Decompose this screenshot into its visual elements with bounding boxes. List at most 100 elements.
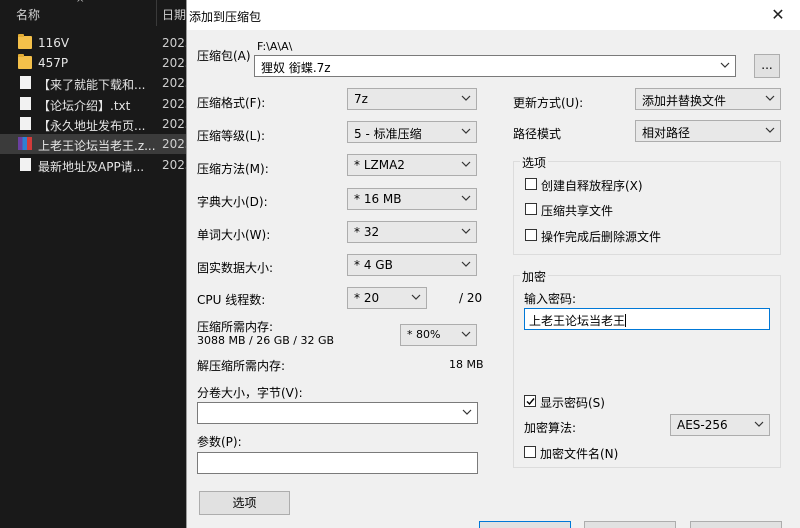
folder-icon [18,34,32,49]
chevron-down-icon[interactable] [461,159,471,169]
checkbox-compress-shared[interactable]: 压缩共享文件 [525,201,765,218]
level-label: 压缩等级(L): [197,129,266,143]
checkbox-box[interactable] [524,395,536,407]
dialog-title: 添加到压缩包 [189,10,262,24]
chevron-down-icon[interactable] [765,93,775,103]
level-select[interactable]: 5 - 标准压缩 [347,121,477,143]
options-button[interactable]: 选项 [199,491,290,515]
format-select[interactable]: 7z [347,88,477,110]
archive-path: F:\A\A\ [257,40,293,53]
checkbox-box[interactable] [525,178,537,190]
solid-value: * 4 GB [354,258,393,272]
file-row[interactable]: 【来了就能下载和... 2025 [0,73,193,93]
add-to-archive-dialog: 添加到压缩包 ✕ 压缩包(A) F:\A\A\ 狸奴 銜蝶.7z ... 压缩格… [186,0,800,528]
memory-percent-select[interactable]: * 80% [400,324,477,346]
chevron-down-icon[interactable] [461,329,471,339]
file-row[interactable]: 【论坛介绍】.txt 2025 [0,94,193,114]
checkbox-box[interactable] [525,229,537,241]
path-mode-value: 相对路径 [642,126,691,140]
params-label: 参数(P): [197,435,242,449]
dialog-titlebar[interactable]: 添加到压缩包 ✕ [187,0,800,30]
format-value: 7z [354,92,368,106]
archive-icon [18,137,32,150]
close-button[interactable]: ✕ [755,0,800,30]
file-row[interactable]: 457P 2025 [0,53,193,73]
checkbox-box[interactable] [525,203,537,215]
file-name: 457P [38,56,69,70]
solid-label: 固实数据大小: [197,261,274,275]
column-divider[interactable] [156,0,157,26]
dict-select[interactable]: * 16 MB [347,188,477,210]
file-row[interactable]: 上老王论坛当老王.z... 2025 [0,134,193,154]
word-value: * 32 [354,225,380,239]
cancel-button[interactable] [584,521,676,528]
chevron-down-icon[interactable] [411,292,421,302]
file-name: 【永久地址发布页... [38,119,146,133]
chevron-down-icon[interactable] [461,259,471,269]
archive-name-value: 狸奴 銜蝶.7z [261,61,331,75]
dict-label: 字典大小(D): [197,195,268,209]
checkbox-show-password[interactable]: 显示密码(S) [524,393,724,410]
memory-percent-value: * 80% [407,328,441,341]
encryption-group-title: 加密 [520,268,549,285]
word-select[interactable]: * 32 [347,221,477,243]
archive-label: 压缩包(A) [197,49,251,63]
chevron-down-icon[interactable] [462,407,472,417]
checkbox-create-sfx[interactable]: 创建自释放程序(X) [525,176,765,193]
chevron-down-icon[interactable] [461,93,471,103]
encryption-method-select[interactable]: AES-256 [670,414,770,436]
ok-button[interactable] [479,521,571,528]
doc-icon [20,158,31,171]
checkbox-delete-after[interactable]: 操作完成后删除源文件 [525,227,765,244]
split-size-combo[interactable] [197,402,478,424]
column-header-name[interactable]: 名称 [16,6,40,23]
chevron-down-icon[interactable] [765,125,775,135]
password-label: 输入密码: [524,292,577,306]
update-label: 更新方式(U): [513,96,584,110]
file-name: 116V [38,36,70,50]
archive-name-combo[interactable]: 狸奴 銜蝶.7z [254,55,736,77]
memory-label: 压缩所需内存: [197,320,274,334]
file-row[interactable]: 最新地址及APP请... 2025 [0,155,193,175]
encryption-group: 加密 输入密码: 上老王论坛当老王 显示密码(S) 加密算法: AES-256 … [513,268,781,468]
password-input[interactable]: 上老王论坛当老王 [524,308,770,330]
format-label: 压缩格式(F): [197,96,266,110]
path-mode-select[interactable]: 相对路径 [635,120,781,142]
memory-detail: 3088 MB / 26 GB / 32 GB [197,334,335,347]
chevron-down-icon[interactable] [461,226,471,236]
word-label: 单词大小(W): [197,228,271,242]
chevron-down-icon[interactable] [461,126,471,136]
method-select[interactable]: * LZMA2 [347,154,477,176]
checkbox-label: 压缩共享文件 [541,204,614,218]
password-value: 上老王论坛当老王 [529,314,627,328]
file-row[interactable]: 116V 2025 [0,33,193,53]
path-mode-label: 路径模式 [513,127,562,141]
params-input[interactable] [197,452,478,474]
checkbox-encrypt-filenames[interactable]: 加密文件名(N) [524,444,724,461]
chevron-down-icon[interactable] [461,193,471,203]
browse-button[interactable]: ... [754,54,780,78]
checkmark-icon [526,398,535,406]
checkbox-box[interactable] [524,446,536,458]
level-value: 5 - 标准压缩 [354,127,422,141]
doc-icon [20,97,31,110]
options-group-title: 选项 [520,154,549,171]
update-mode-select[interactable]: 添加并替换文件 [635,88,781,110]
method-value: * LZMA2 [354,158,405,172]
threads-label: CPU 线程数: [197,293,266,307]
doc-icon [20,76,31,89]
encryption-method-value: AES-256 [677,418,728,432]
help-button[interactable] [690,521,782,528]
column-header-date[interactable]: 日期 [162,6,186,23]
chevron-down-icon[interactable] [720,60,730,70]
update-mode-value: 添加并替换文件 [642,94,727,108]
file-row[interactable]: 【永久地址发布页... 2025 [0,114,193,134]
threads-value: * 20 [354,291,380,305]
decomp-memory-value: 18 MB [449,358,484,371]
threads-select[interactable]: * 20 [347,287,427,309]
file-name: 上老王论坛当老王.z... [38,139,156,153]
chevron-down-icon[interactable] [754,419,764,429]
solid-select[interactable]: * 4 GB [347,254,477,276]
method-label: 压缩方法(M): [197,162,269,176]
checkbox-label: 创建自释放程序(X) [541,179,643,193]
